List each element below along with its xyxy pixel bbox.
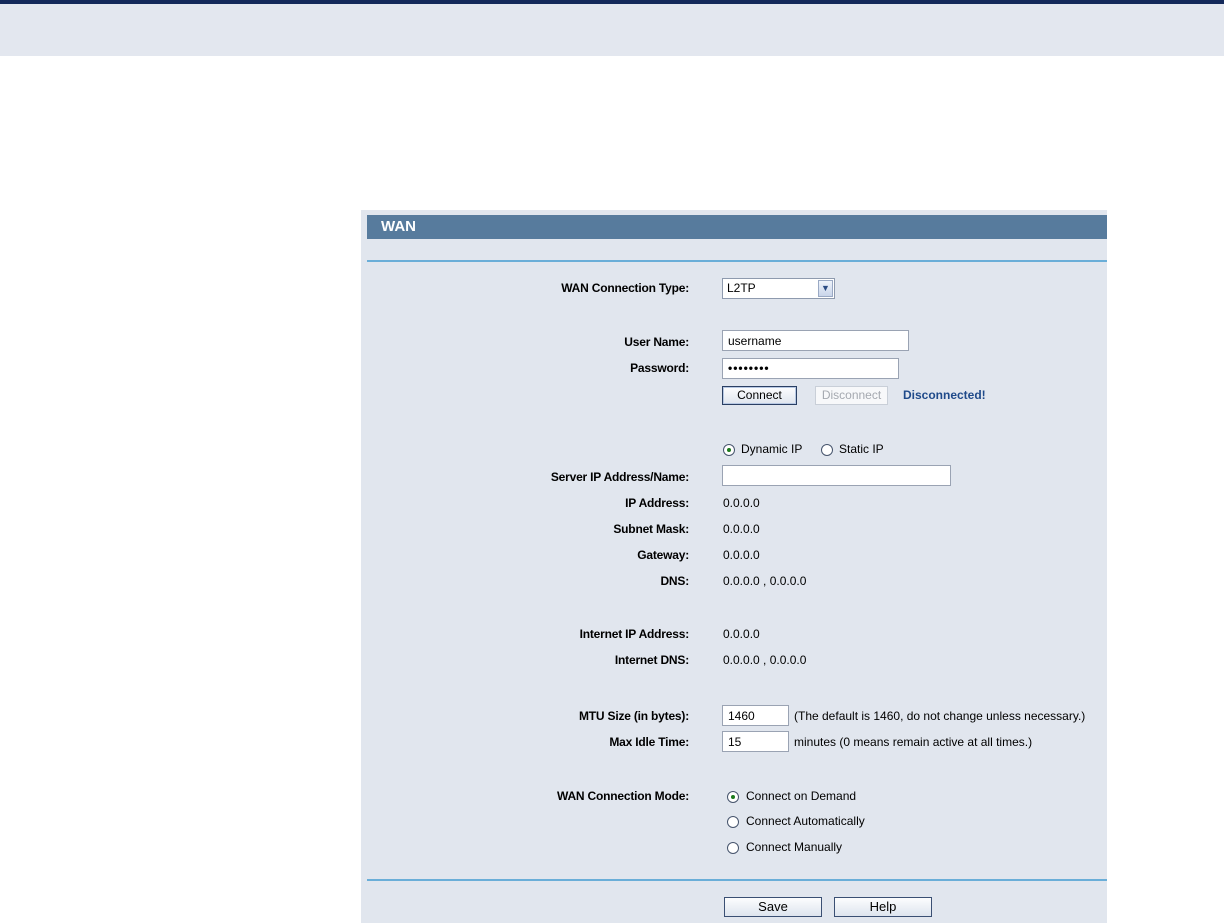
- ip-address-value: 0.0.0.0: [723, 496, 760, 510]
- connect-on-demand-radio[interactable]: [727, 791, 739, 803]
- max-idle-input[interactable]: [722, 731, 789, 752]
- dynamic-ip-label: Dynamic IP: [741, 442, 803, 456]
- connect-automatically-radio[interactable]: [727, 816, 739, 828]
- internet-ip-label: Internet IP Address:: [579, 627, 690, 641]
- password-input[interactable]: ••••••••: [722, 358, 899, 379]
- server-label: Server IP Address/Name:: [550, 470, 689, 484]
- connect-button[interactable]: Connect: [722, 386, 797, 405]
- connection-type-value: L2TP: [727, 281, 756, 295]
- server-input[interactable]: [722, 465, 951, 486]
- subnet-mask-label: Subnet Mask:: [613, 522, 689, 536]
- static-ip-radio[interactable]: [821, 444, 833, 456]
- password-label: Password:: [630, 361, 689, 375]
- max-idle-hint: minutes (0 means remain active at all ti…: [794, 735, 1033, 749]
- internet-dns-label: Internet DNS:: [614, 653, 689, 667]
- mtu-input[interactable]: [722, 705, 789, 726]
- chevron-down-icon[interactable]: ▼: [818, 280, 833, 297]
- user-name-input[interactable]: [722, 330, 909, 351]
- panel-title: WAN: [367, 215, 1107, 239]
- sub-banner-bar: [0, 4, 1224, 56]
- user-name-label: User Name:: [624, 335, 689, 349]
- save-button[interactable]: Save: [724, 897, 822, 917]
- dynamic-ip-radio[interactable]: [723, 444, 735, 456]
- wan-settings-panel: WAN WAN Connection Type: L2TP ▼ User Nam…: [361, 210, 1107, 923]
- top-divider: [367, 260, 1107, 262]
- static-ip-label: Static IP: [839, 442, 884, 456]
- dns-value: 0.0.0.0 , 0.0.0.0: [723, 574, 807, 588]
- internet-ip-value: 0.0.0.0: [723, 627, 760, 641]
- max-idle-label: Max Idle Time:: [609, 735, 689, 749]
- connection-type-select[interactable]: L2TP ▼: [722, 278, 835, 299]
- connection-mode-label: WAN Connection Mode:: [557, 789, 689, 803]
- connect-manually-radio[interactable]: [727, 842, 739, 854]
- gateway-value: 0.0.0.0: [723, 548, 760, 562]
- ip-address-label: IP Address:: [625, 496, 689, 510]
- disconnect-button[interactable]: Disconnect: [815, 386, 888, 405]
- subnet-mask-value: 0.0.0.0: [723, 522, 760, 536]
- connection-status: Disconnected!: [903, 388, 986, 402]
- connection-type-label: WAN Connection Type:: [561, 281, 689, 295]
- internet-dns-value: 0.0.0.0 , 0.0.0.0: [723, 653, 807, 667]
- connect-on-demand-label: Connect on Demand: [746, 789, 857, 803]
- gateway-label: Gateway:: [637, 548, 689, 562]
- help-button[interactable]: Help: [834, 897, 932, 917]
- dns-label: DNS:: [660, 574, 689, 588]
- bottom-divider: [367, 879, 1107, 881]
- connect-automatically-label: Connect Automatically: [746, 814, 865, 828]
- mtu-label: MTU Size (in bytes):: [578, 709, 689, 723]
- connect-manually-label: Connect Manually: [746, 840, 843, 854]
- mtu-hint: (The default is 1460, do not change unle…: [794, 709, 1086, 723]
